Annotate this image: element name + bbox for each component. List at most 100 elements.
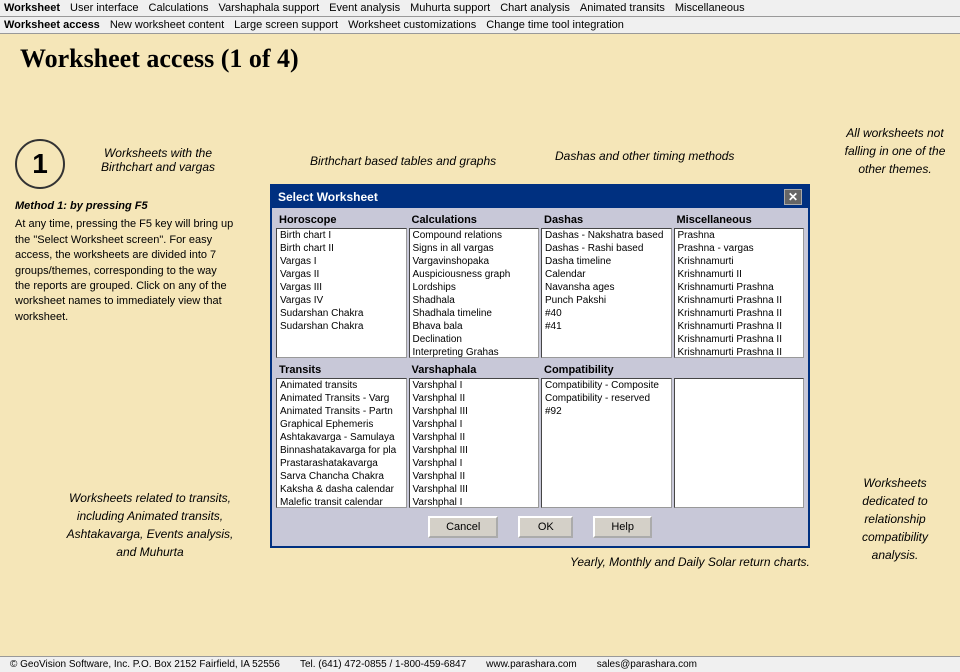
transits-listbox[interactable]: Animated transits Animated Transits - Va…: [276, 378, 407, 508]
menu-item-chart[interactable]: Chart analysis: [500, 2, 570, 14]
status-bar: © GeoVision Software, Inc. P.O. Box 2152…: [0, 656, 960, 672]
list-item[interactable]: Krishnamurti Prashna II: [675, 333, 804, 346]
menu-item-calculations[interactable]: Calculations: [149, 2, 209, 14]
list-item[interactable]: Malefic transit calendar: [277, 496, 406, 508]
list-item[interactable]: Krishnamurti II: [675, 268, 804, 281]
list-item[interactable]: Krishnamurti Prashna: [675, 281, 804, 294]
list-item[interactable]: Ashtakavarga - Samulaya: [277, 431, 406, 444]
list-item[interactable]: Varshphal I: [410, 457, 539, 470]
list-item[interactable]: Varshphal II: [410, 392, 539, 405]
list-item[interactable]: Bhava bala: [410, 320, 539, 333]
list-item[interactable]: Vargas IV: [277, 294, 406, 307]
menu-item-muhurta[interactable]: Muhurta support: [410, 2, 490, 14]
list-item[interactable]: Varshphal III: [410, 483, 539, 496]
list-item[interactable]: Interpreting Grahas: [410, 346, 539, 358]
compatibility-listbox[interactable]: Compatibility - Composite Compatibility …: [541, 378, 672, 508]
list-item[interactable]: Sarva Chancha Chakra: [277, 470, 406, 483]
dashas-label: Dashas and other timing methods: [555, 149, 734, 163]
list-item[interactable]: #40: [542, 307, 671, 320]
transits-header: Transits: [276, 362, 407, 378]
main-content: Worksheet access (1 of 4) 1 Worksheets w…: [0, 34, 960, 634]
submenu-item-content[interactable]: New worksheet content: [110, 19, 224, 31]
list-item[interactable]: Dashas - Nakshatra based: [542, 229, 671, 242]
list-item[interactable]: Vargavinshopaka: [410, 255, 539, 268]
list-item[interactable]: Prashna - vargas: [675, 242, 804, 255]
list-item[interactable]: Compound relations: [410, 229, 539, 242]
list-item[interactable]: Shadhala timeline: [410, 307, 539, 320]
list-item[interactable]: Dasha timeline: [542, 255, 671, 268]
list-item[interactable]: Dashas - Rashi based: [542, 242, 671, 255]
submenu-item-customizations[interactable]: Worksheet customizations: [348, 19, 476, 31]
list-item[interactable]: Krishnamurti Prashna II: [675, 320, 804, 333]
calculations-listbox[interactable]: Compound relations Signs in all vargas V…: [409, 228, 540, 358]
list-item[interactable]: Prashna: [675, 229, 804, 242]
menu-item-event[interactable]: Event analysis: [329, 2, 400, 14]
menu-item-ui[interactable]: User interface: [70, 2, 138, 14]
menu-item-misc[interactable]: Miscellaneous: [675, 2, 745, 14]
step-number-circle: 1: [15, 139, 65, 189]
list-item[interactable]: Punch Pakshi: [542, 294, 671, 307]
select-worksheet-dialog: Select Worksheet ✕ Horoscope Birth chart…: [270, 184, 810, 548]
list-item[interactable]: Animated Transits - Varg: [277, 392, 406, 405]
list-item[interactable]: Compatibility - Composite: [542, 379, 671, 392]
list-item[interactable]: Varshphal II: [410, 431, 539, 444]
list-item[interactable]: Varshphal I: [410, 418, 539, 431]
miscellaneous-listbox[interactable]: Prashna Prashna - vargas Krishnamurti Kr…: [674, 228, 805, 358]
list-item[interactable]: Sudarshan Chakra: [277, 307, 406, 320]
varshaphala-header: Varshaphala: [409, 362, 540, 378]
tel-text: Tel. (641) 472-0855 / 1-800-459-6847: [300, 659, 466, 670]
help-button[interactable]: Help: [593, 516, 652, 538]
list-item[interactable]: Binnashatakavarga for pla: [277, 444, 406, 457]
calculations-section: Calculations Compound relations Signs in…: [409, 212, 540, 358]
submenu-item-screen[interactable]: Large screen support: [234, 19, 338, 31]
list-item[interactable]: Krishnamurti Prashna II: [675, 294, 804, 307]
list-item[interactable]: Animated transits: [277, 379, 406, 392]
list-item[interactable]: Krishnamurti Prashna II: [675, 346, 804, 358]
list-item[interactable]: Calendar: [542, 268, 671, 281]
list-item[interactable]: Varshphal III: [410, 405, 539, 418]
list-item[interactable]: Shadhala: [410, 294, 539, 307]
list-item[interactable]: Declination: [410, 333, 539, 346]
submenu-item-access[interactable]: Worksheet access: [4, 19, 100, 31]
list-item[interactable]: Sudarshan Chakra: [277, 320, 406, 333]
modal-close-button[interactable]: ✕: [784, 189, 802, 205]
list-item[interactable]: Varshphal III: [410, 444, 539, 457]
list-item[interactable]: Animated Transits - Partn: [277, 405, 406, 418]
modal-title: Select Worksheet: [278, 190, 378, 204]
list-item[interactable]: Birth chart II: [277, 242, 406, 255]
cancel-button[interactable]: Cancel: [428, 516, 498, 538]
miscellaneous-section: Miscellaneous Prashna Prashna - vargas K…: [674, 212, 805, 358]
list-item[interactable]: Signs in all vargas: [410, 242, 539, 255]
list-item[interactable]: Compatibility - reserved: [542, 392, 671, 405]
upper-sections-grid: Horoscope Birth chart I Birth chart II V…: [276, 212, 804, 358]
method-title: Method 1: by pressing F5: [15, 199, 235, 214]
list-item[interactable]: Navansha ages: [542, 281, 671, 294]
menu-item-worksheet[interactable]: Worksheet: [4, 2, 60, 14]
menu-item-transits[interactable]: Animated transits: [580, 2, 665, 14]
varshaphala-listbox[interactable]: Varshphal I Varshphal II Varshphal III V…: [409, 378, 540, 508]
list-item[interactable]: Prastarashatakavarga: [277, 457, 406, 470]
list-item[interactable]: #41: [542, 320, 671, 333]
calculations-header: Calculations: [409, 212, 540, 228]
list-item[interactable]: #92: [542, 405, 671, 418]
dashas-listbox[interactable]: Dashas - Nakshatra based Dashas - Rashi …: [541, 228, 672, 358]
dashas-header: Dashas: [541, 212, 672, 228]
list-item[interactable]: Auspiciousness graph: [410, 268, 539, 281]
horoscope-listbox[interactable]: Birth chart I Birth chart II Vargas I Va…: [276, 228, 407, 358]
list-item[interactable]: Varshphal I: [410, 379, 539, 392]
list-item[interactable]: Kaksha & dasha calendar: [277, 483, 406, 496]
submenu-item-time[interactable]: Change time tool integration: [486, 19, 624, 31]
list-item[interactable]: Varshphal I: [410, 496, 539, 508]
list-item[interactable]: Graphical Ephemeris: [277, 418, 406, 431]
list-item[interactable]: Vargas III: [277, 281, 406, 294]
list-item[interactable]: Vargas II: [277, 268, 406, 281]
list-item[interactable]: Vargas I: [277, 255, 406, 268]
list-item[interactable]: Krishnamurti: [675, 255, 804, 268]
list-item[interactable]: Birth chart I: [277, 229, 406, 242]
ok-button[interactable]: OK: [518, 516, 573, 538]
list-item[interactable]: Lordships: [410, 281, 539, 294]
list-item[interactable]: Krishnamurti Prashna II: [675, 307, 804, 320]
list-item[interactable]: Varshphal II: [410, 470, 539, 483]
menu-item-varshaphala[interactable]: Varshaphala support: [218, 2, 319, 14]
varshaphala-section: Varshaphala Varshphal I Varshphal II Var…: [409, 362, 540, 508]
